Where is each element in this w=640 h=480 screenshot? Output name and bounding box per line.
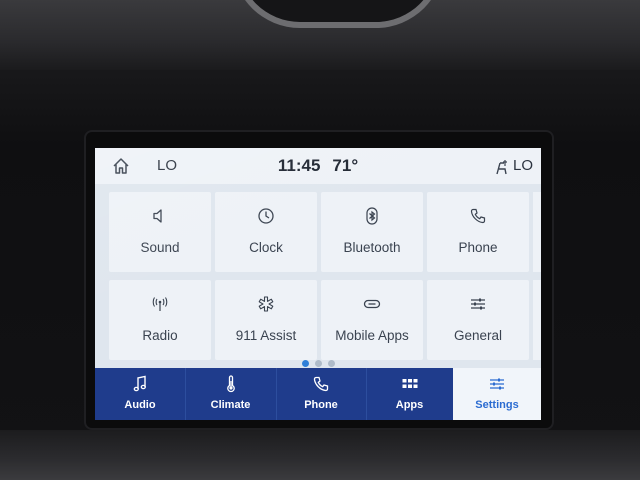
tile-label: Mobile Apps	[335, 328, 409, 343]
nav-audio[interactable]: Audio	[95, 368, 186, 420]
settings-tile-grid: Sound Clock Bluetooth Phone Radio 911 As…	[109, 192, 541, 360]
passenger-temp-setting: LO	[513, 157, 534, 174]
clock-time: 11:45	[277, 156, 321, 175]
tile-radio[interactable]: Radio	[109, 280, 211, 360]
page-dot[interactable]	[327, 360, 335, 367]
bluetooth-icon	[321, 206, 423, 226]
nav-climate[interactable]: Climate	[185, 368, 277, 420]
thermometer-icon	[185, 374, 276, 396]
clock-icon	[215, 206, 317, 226]
nav-apps[interactable]: Apps	[366, 368, 454, 420]
tile-911-assist[interactable]: 911 Assist	[215, 280, 317, 360]
tile-label: Sound	[140, 240, 180, 255]
tile-mobile-apps[interactable]: Mobile Apps	[321, 280, 423, 360]
tile-label: Bluetooth	[343, 240, 401, 255]
tile-bluetooth[interactable]: Bluetooth	[321, 192, 423, 272]
nav-label: Settings	[475, 399, 519, 411]
emergency-asterisk-icon	[215, 294, 317, 314]
tile-label: Phone	[458, 240, 498, 255]
tile-clock[interactable]: Clock	[215, 192, 317, 272]
status-bar: LO 11:45 71° LO	[95, 148, 541, 184]
bottom-nav-bar: Audio Climate Phone Apps Settings	[95, 368, 541, 420]
tile-label: Radio	[142, 328, 178, 343]
tile-general[interactable]: General	[427, 280, 529, 360]
sliders-icon	[427, 294, 529, 314]
tile-label: 911 Assist	[235, 328, 297, 343]
clock-temperature: 11:45 71°	[95, 156, 541, 176]
nav-label: Audio	[124, 399, 156, 411]
speaker-icon	[109, 206, 211, 226]
infotainment-screen: LO 11:45 71° LO Sound Clock Bluetooth Ph…	[95, 148, 541, 420]
phone-icon	[276, 374, 366, 396]
sliders-icon	[453, 374, 541, 396]
nav-label: Phone	[304, 399, 338, 411]
nav-phone[interactable]: Phone	[276, 368, 367, 420]
nav-label: Apps	[395, 399, 424, 411]
nav-label: Climate	[210, 399, 251, 411]
tile-label: General	[453, 328, 503, 343]
page-dot-active[interactable]	[301, 360, 309, 367]
seat-fan-icon	[492, 157, 512, 177]
radio-antenna-icon	[109, 294, 211, 314]
outside-temperature: 71°	[332, 156, 359, 175]
dashboard-bottom-trim	[0, 430, 640, 480]
next-page-tile-edge	[533, 192, 541, 272]
next-page-tile-edge	[533, 280, 541, 360]
nav-settings[interactable]: Settings	[453, 368, 541, 420]
tile-label: Clock	[249, 240, 283, 255]
tile-phone[interactable]: Phone	[427, 192, 529, 272]
page-dot[interactable]	[314, 360, 322, 367]
phone-icon	[427, 206, 529, 226]
apps-grid-icon	[366, 374, 453, 396]
link-icon	[321, 294, 423, 314]
music-note-icon	[95, 374, 185, 396]
tile-sound[interactable]: Sound	[109, 192, 211, 272]
